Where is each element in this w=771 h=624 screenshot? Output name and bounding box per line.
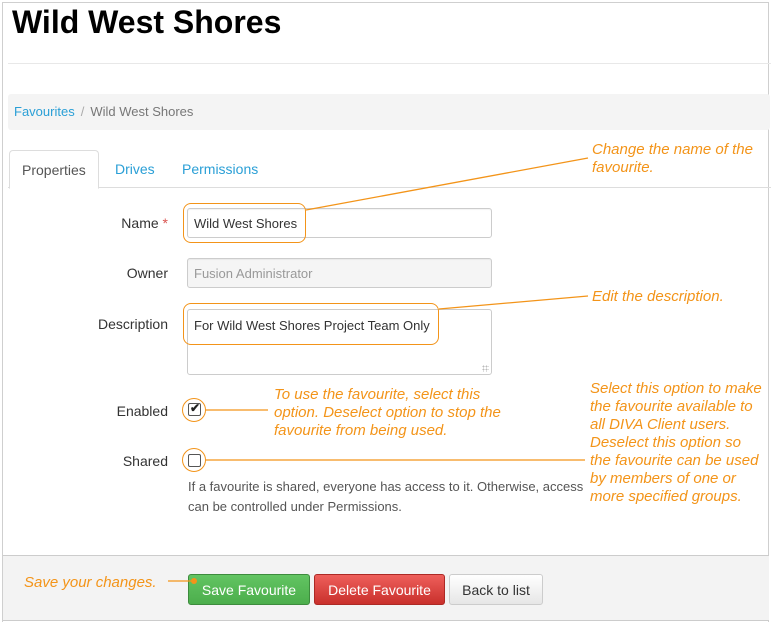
name-annotation: Change the name of the favourite. [592,141,753,176]
delete-favourite-button[interactable]: Delete Favourite [314,574,445,605]
back-to-list-button[interactable]: Back to list [449,574,543,605]
resize-grip-icon[interactable] [482,365,489,372]
breadcrumb-favourites-link[interactable]: Favourites [14,104,75,119]
enabled-annotation: To use the favourite, select this option… [274,386,501,439]
owner-input[interactable] [187,258,492,288]
title-divider [8,63,771,64]
save-favourite-button[interactable]: Save Favourite [188,574,310,605]
page-title: Wild West Shores [12,4,282,40]
breadcrumb: Favourites / Wild West Shores [8,94,770,130]
description-annotation: Edit the description. [592,288,724,305]
tab-drives[interactable]: Drives [103,150,167,188]
save-annotation: Save your changes. [24,574,157,591]
description-highlight [183,303,439,345]
tab-properties[interactable]: Properties [9,150,99,189]
shared-label: Shared [122,453,168,469]
name-label-text: Name [121,215,159,231]
shared-annotation: Select this option to make the favourite… [590,380,762,505]
owner-label: Owner [126,265,168,281]
tab-permissions[interactable]: Permissions [170,150,270,188]
breadcrumb-separator: / [80,104,85,119]
required-marker: * [162,215,168,231]
shared-help-text: If a favourite is shared, everyone has a… [188,479,584,514]
enabled-highlight [182,398,206,422]
description-label: Description [97,316,168,332]
shared-highlight [182,448,206,472]
name-label: Name * [48,215,168,231]
breadcrumb-current: Wild West Shores [90,104,194,119]
enabled-label: Enabled [116,403,168,419]
name-highlight [183,203,306,243]
